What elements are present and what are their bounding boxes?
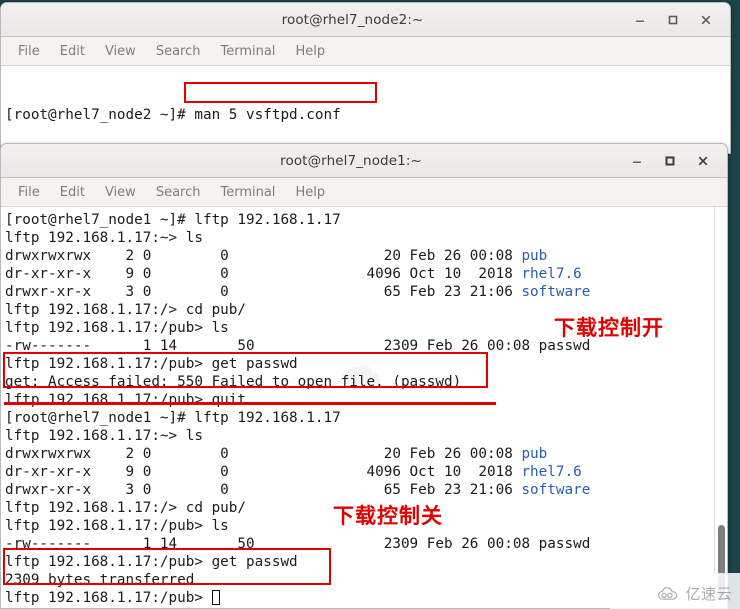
terminal-line: lftp 192.168.1.17:~> ls [5,428,203,444]
terminal-line: drwxr-xr-x 3 0 0 65 Feb 23 21:06 softwar… [5,284,591,300]
directory-name: software [521,482,591,498]
window-title-node1: root@rhel7_node1:~ [280,152,422,169]
terminal-line: dr-xr-xr-x 9 0 0 4096 Oct 10 2018 rhel7.… [5,464,582,480]
scrollbar-track[interactable] [714,207,727,608]
menu-terminal[interactable]: Terminal [212,42,283,61]
terminal-cursor [211,590,220,605]
terminal-body-node1[interactable]: ☁ [root@rhel7_node1 ~]# lftp 192.168.1.1… [1,207,727,608]
menu-help[interactable]: Help [287,42,333,61]
terminal-line: drwxrwxrwx 2 0 0 20 Feb 26 00:08 pub [5,248,548,264]
menubar-node2: File Edit View Search Terminal Help [1,37,730,66]
terminal-line: [root@rhel7_node1 ~]# lftp 192.168.1.17 [5,212,341,228]
menu-edit[interactable]: Edit [52,42,93,61]
terminal-line: -rw------- 1 14 50 2309 Feb 26 00:08 pas… [5,536,591,552]
terminal-window-node2[interactable]: root@rhel7_node2:~ File Edit View Search… [0,2,731,154]
menu-file[interactable]: File [10,42,48,61]
watermark-text: 亿速云 [685,585,732,603]
annotation-label-download-off: 下载控制关 [333,504,443,528]
annotation-underline-quit [4,402,496,405]
minimize-icon[interactable] [629,153,645,169]
terminal-line: get: Access failed: 550 Failed to open f… [5,374,462,390]
directory-name: pub [521,446,548,462]
cloud-icon [658,586,678,600]
terminal-body-node2[interactable]: [root@rhel7_node2 ~]# man 5 vsftpd.conf … [1,66,730,153]
desktop-background: root@rhel7_node2:~ File Edit View Search… [0,0,740,609]
window-controls-node2 [632,12,730,28]
terminal-line: [root@rhel7_node1 ~]# lftp 192.168.1.17 [5,410,341,426]
menu-help[interactable]: Help [287,183,333,202]
terminal-line: drwxr-xr-x 3 0 0 65 Feb 23 21:06 softwar… [5,482,591,498]
window-title-node2: root@rhel7_node2:~ [281,11,424,28]
directory-name: pub [521,248,548,264]
menu-edit[interactable]: Edit [52,183,93,202]
directory-name: rhel7.6 [521,464,582,480]
menu-view[interactable]: View [97,42,144,61]
menu-search[interactable]: Search [148,183,209,202]
terminal-window-node1[interactable]: root@rhel7_node1:~ File Edit View Search… [0,143,728,609]
terminal-line: lftp 192.168.1.17:~> ls [5,230,203,246]
titlebar-node2[interactable]: root@rhel7_node2:~ [1,3,730,37]
close-icon[interactable] [698,12,714,28]
menu-view[interactable]: View [97,183,144,202]
menu-terminal[interactable]: Terminal [212,183,283,202]
terminal-line: dr-xr-xr-x 9 0 0 4096 Oct 10 2018 rhel7.… [5,266,582,282]
terminal-line: lftp 192.168.1.17:/pub> quit [5,392,247,408]
menu-file[interactable]: File [10,183,48,202]
terminal-output-node2: [root@rhel7_node2 ~]# man 5 vsftpd.conf … [1,66,730,153]
window-controls-node1 [629,153,727,169]
menubar-node1: File Edit View Search Terminal Help [1,178,727,207]
terminal-line: drwxrwxrwx 2 0 0 20 Feb 26 00:08 pub [5,446,548,462]
maximize-icon[interactable] [662,153,678,169]
terminal-line: lftp 192.168.1.17:/pub> get passwd [5,356,298,372]
terminal-line: [root@rhel7_node2 ~]# man 5 vsftpd.conf [5,107,341,123]
menu-search[interactable]: Search [148,42,209,61]
directory-name: software [521,284,591,300]
terminal-line: lftp 192.168.1.17:/pub> get passwd [5,554,298,570]
terminal-output-node1: [root@rhel7_node1 ~]# lftp 192.168.1.17 l… [1,207,727,607]
annotation-label-download-on: 下载控制开 [554,316,664,340]
minimize-icon[interactable] [632,12,648,28]
close-icon[interactable] [695,153,711,169]
watermark: 亿速云 [657,583,732,604]
maximize-icon[interactable] [665,12,681,28]
directory-name: rhel7.6 [521,266,582,282]
